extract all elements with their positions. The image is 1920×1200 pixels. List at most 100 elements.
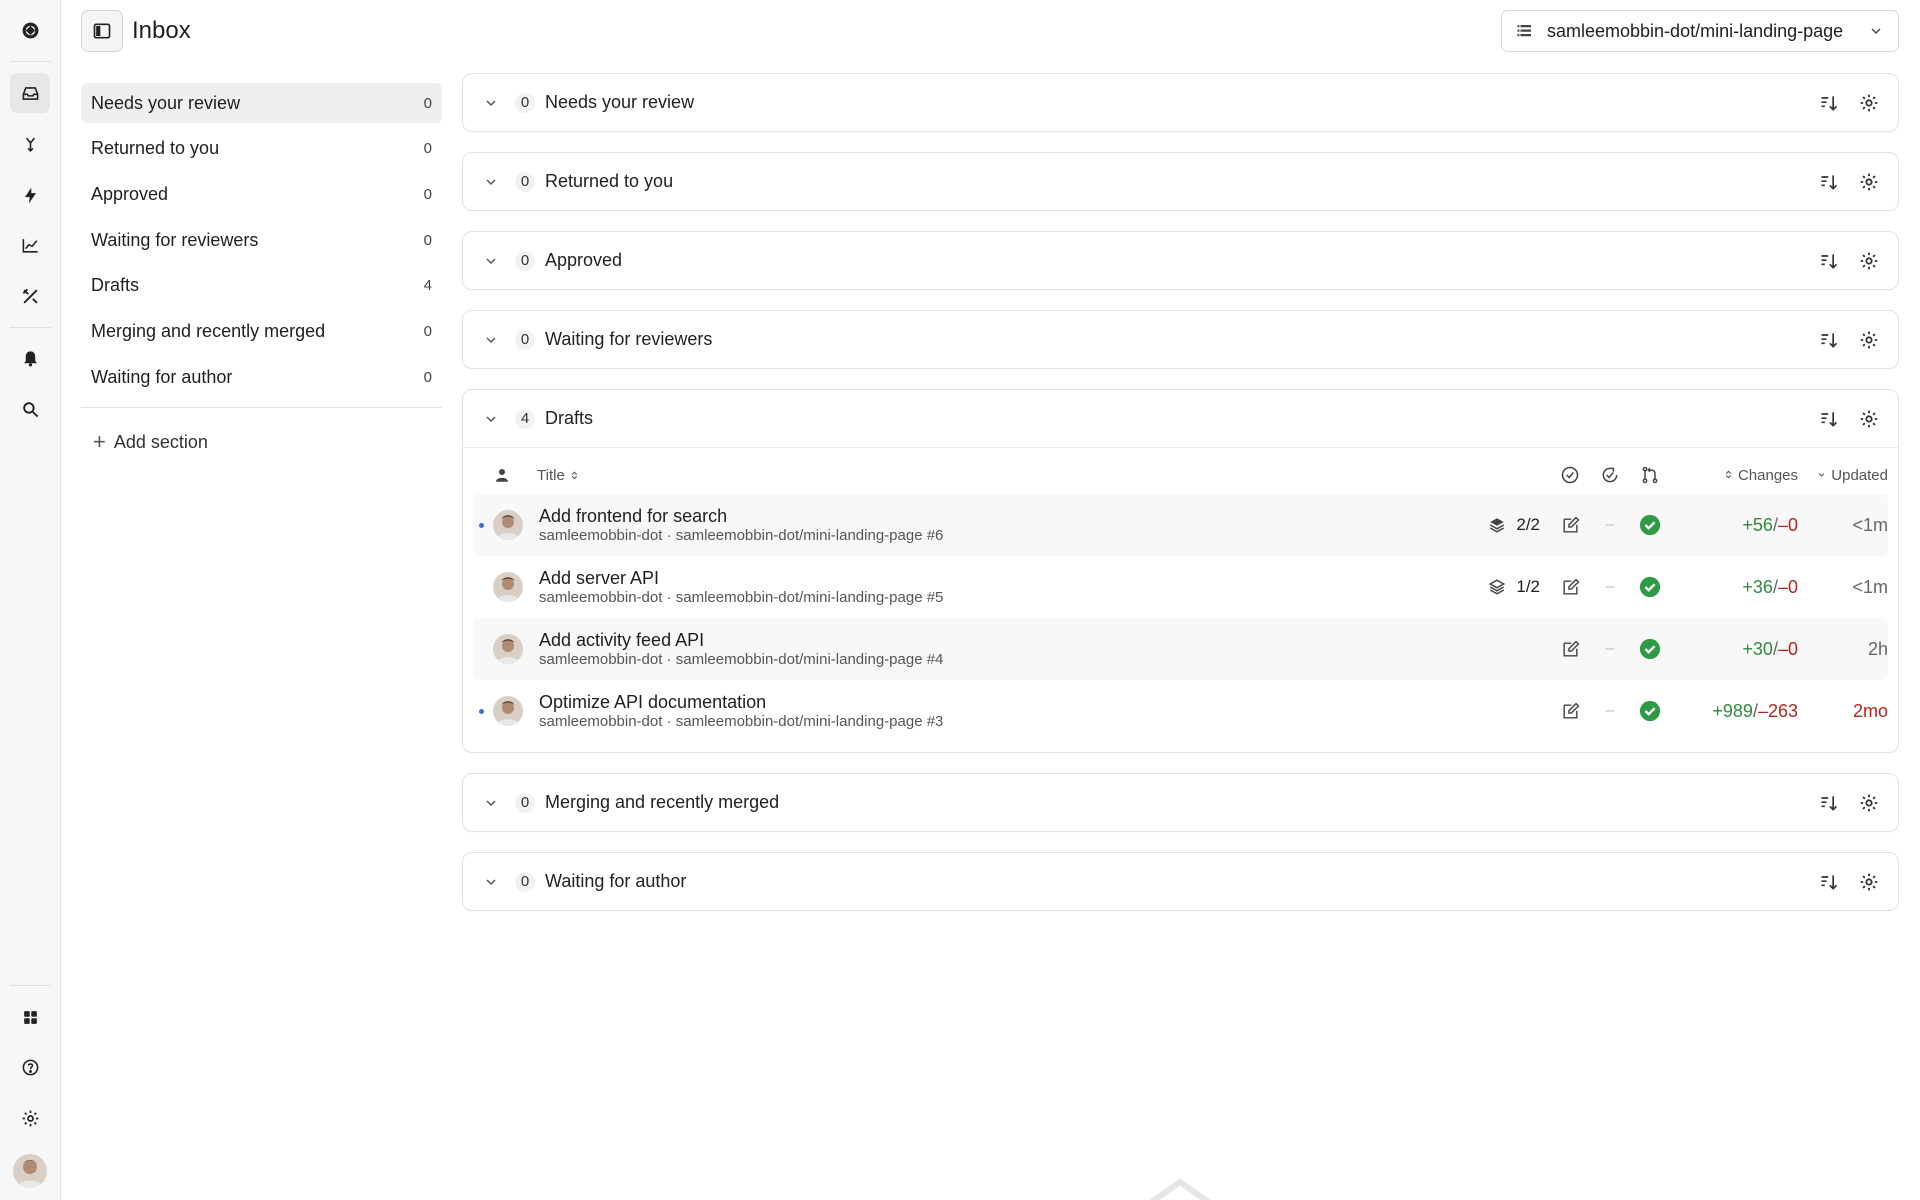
pr-info: Add activity feed API samleemobbin-dot ·… [539,629,1550,669]
section-header[interactable]: 4 Drafts [463,390,1898,447]
pr-subtitle: samleemobbin-dot · samleemobbin-dot/mini… [539,713,944,730]
nav-item-label: Waiting for author [91,366,233,387]
rail-divider [10,61,51,62]
nav-item-count: 0 [423,231,432,249]
chevron-down-icon[interactable] [483,174,499,190]
nav-item-needs-review[interactable]: Needs your review 0 [81,83,442,123]
sort-icon[interactable] [1814,167,1844,197]
table-row[interactable]: Add server API samleemobbin-dot · samlee… [473,556,1888,618]
lines-added: +36 [1742,576,1773,597]
search-icon[interactable] [10,389,50,429]
pr-title[interactable]: Add server API [539,567,1470,589]
gear-icon[interactable] [1854,867,1884,897]
sort-icon[interactable] [1814,325,1844,355]
pr-title[interactable]: Add activity feed API [539,629,1550,651]
sidebar-toggle-button[interactable] [81,10,123,52]
section-title: Merging and recently merged [545,792,780,812]
table-row[interactable]: Add activity feed API samleemobbin-dot ·… [473,618,1888,680]
help-icon[interactable] [10,1047,50,1087]
sort-icon[interactable] [1814,246,1844,276]
gear-icon[interactable] [1854,404,1884,434]
section-header[interactable]: 0 Returned to you [463,153,1898,210]
gear-icon[interactable] [1854,325,1884,355]
gear-icon[interactable] [1854,167,1884,197]
pr-title[interactable]: Add frontend for search [539,505,1470,527]
user-avatar[interactable] [13,1154,47,1188]
review-status-icon[interactable] [1550,465,1590,485]
sort-icon[interactable] [1814,788,1844,818]
section-header[interactable]: 0 Approved [463,232,1898,289]
lines-removed: –263 [1757,700,1798,721]
checks-status-icon[interactable] [1590,465,1630,485]
stack-position: 2/2 [1516,515,1540,534]
stack-position: 1/2 [1516,577,1540,596]
lines-removed: –0 [1777,514,1798,535]
nav-item-count: 4 [423,277,432,295]
draft-edit-icon[interactable] [1550,578,1590,597]
nav-item-label: Drafts [91,275,140,296]
gear-icon[interactable] [1854,246,1884,276]
apps-icon[interactable] [10,997,50,1037]
bell-icon[interactable] [10,338,50,378]
section-waiting-reviewers: 0 Waiting for reviewers [462,310,1899,369]
section-title: Waiting for reviewers [545,329,713,349]
gear-icon[interactable] [1854,788,1884,818]
stack-indicator[interactable]: 1/2 [1470,577,1540,597]
column-title[interactable]: Title [537,467,1550,484]
sort-icon[interactable] [1814,867,1844,897]
chevron-down-icon[interactable] [483,95,499,111]
diff-stats: +30/–0 [1698,639,1798,660]
draft-edit-icon[interactable] [1550,640,1590,659]
nav-item-approved[interactable]: Approved 0 [81,174,442,214]
column-updated[interactable]: Updated [1798,467,1888,484]
merge-status-icon[interactable] [1630,465,1670,485]
tools-icon[interactable] [10,276,50,316]
gear-icon[interactable] [1854,88,1884,118]
chevron-down-icon[interactable] [483,332,499,348]
column-changes[interactable]: Changes [1698,467,1798,484]
logo-icon[interactable] [10,10,50,50]
nav-item-waiting-author[interactable]: Waiting for author 0 [81,357,442,397]
bolt-icon[interactable] [10,175,50,215]
draft-edit-icon[interactable] [1550,516,1590,535]
pr-subtitle: samleemobbin-dot · samleemobbin-dot/mini… [539,527,944,544]
nav-item-returned[interactable]: Returned to you 0 [81,129,442,169]
nav-item-count: 0 [423,94,432,112]
repo-name: samleemobbin-dot/mini-landing-page [1547,20,1844,41]
section-header[interactable]: 0 Waiting for author [463,853,1898,910]
layers-icon [1489,579,1506,595]
chevron-down-icon[interactable] [483,795,499,811]
chevron-down-icon[interactable] [483,874,499,890]
unread-dot [479,709,484,714]
table-row[interactable]: Add frontend for search samleemobbin-dot… [473,494,1888,556]
section-header[interactable]: 0 Waiting for reviewers [463,311,1898,368]
chevron-down-icon[interactable] [483,253,499,269]
plus-icon: + [93,429,106,455]
merge-icon[interactable] [10,124,50,164]
nav-item-waiting-reviewers[interactable]: Waiting for reviewers 0 [81,220,442,260]
section-header[interactable]: 0 Merging and recently merged [463,774,1898,831]
page-title: Inbox [132,17,191,44]
nav-item-drafts[interactable]: Drafts 4 [81,266,442,306]
sort-icon[interactable] [1814,404,1844,434]
check-success-icon [1630,700,1670,722]
pr-title[interactable]: Optimize API documentation [539,691,1550,713]
table-row[interactable]: Optimize API documentation samleemobbin-… [473,680,1888,742]
inbox-icon[interactable] [10,73,50,113]
section-header[interactable]: 0 Needs your review [463,74,1898,131]
settings-icon[interactable] [10,1098,50,1138]
diff-stats: +56/–0 [1698,515,1798,536]
sections-list: 0 Needs your review 0 Returned to you 0 … [462,73,1899,931]
draft-edit-icon[interactable] [1550,702,1590,721]
chevron-down-icon[interactable] [483,411,499,427]
sort-icon[interactable] [1814,88,1844,118]
stack-indicator[interactable]: 2/2 [1470,515,1540,535]
sort-down-icon [1818,472,1825,477]
add-section-button[interactable]: + Add section [81,422,442,462]
repo-selector[interactable]: samleemobbin-dot/mini-landing-page [1501,10,1899,52]
pr-info: Optimize API documentation samleemobbin-… [539,691,1550,731]
chart-icon[interactable] [10,225,50,265]
app-rail [0,0,61,1200]
chevron-down-icon [1871,28,1881,34]
nav-item-merging[interactable]: Merging and recently merged 0 [81,311,442,351]
